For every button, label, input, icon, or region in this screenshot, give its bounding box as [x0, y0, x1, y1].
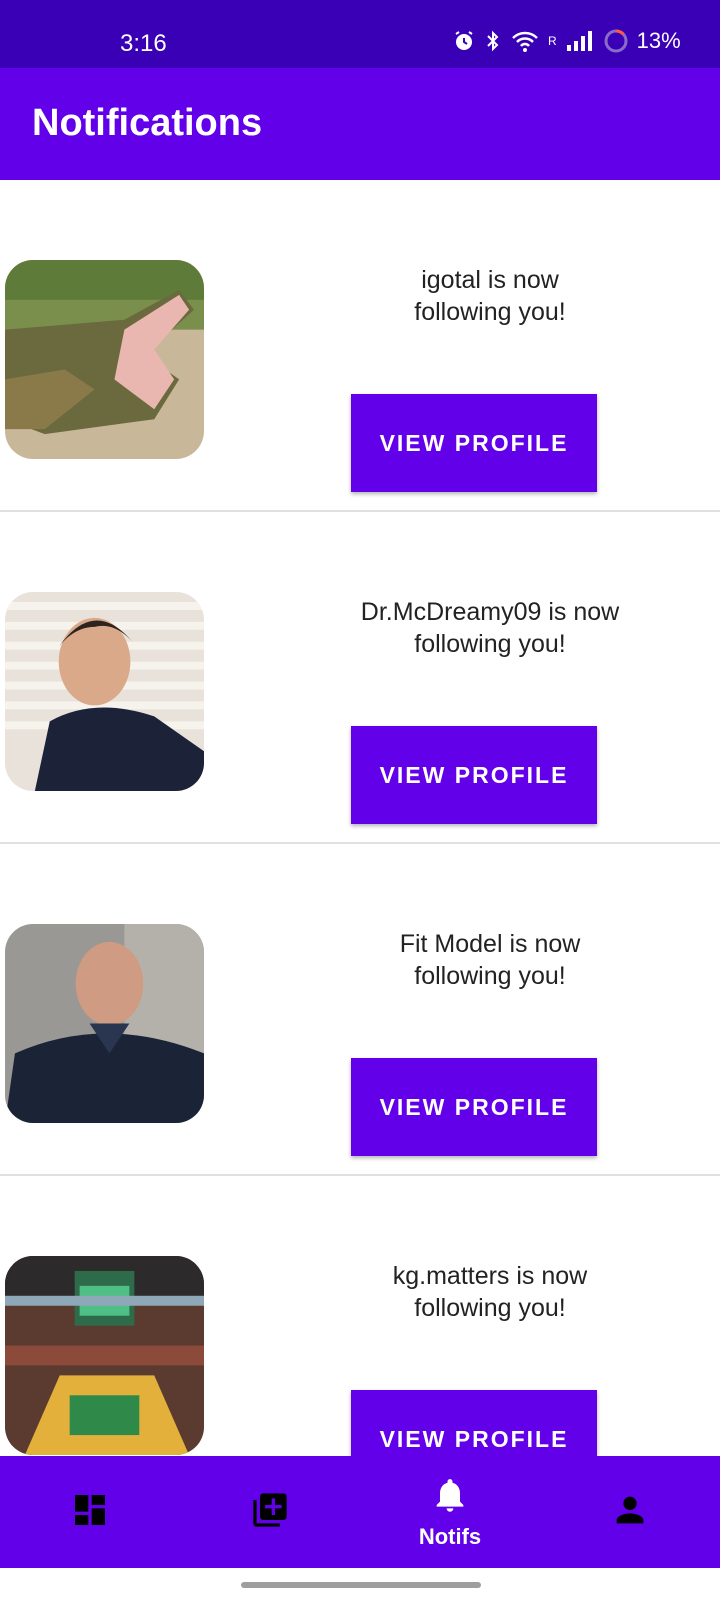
view-profile-button[interactable]: VIEW PROFILE [351, 726, 597, 824]
notification-text: following you! [414, 1294, 566, 1322]
notification-text: Dr.McDreamy09 is now [360, 598, 620, 626]
notification-text: Fit Model is now [399, 930, 581, 958]
notification-card: Dr.McDreamy09 is now following you! VIEW… [0, 512, 720, 844]
dashboard-icon [70, 1490, 110, 1535]
notification-message: kg.matters is now following you! [330, 1260, 650, 1324]
avatar-image[interactable] [5, 1256, 204, 1455]
notification-message: igotal is now following you! [330, 264, 650, 328]
avatar-image[interactable] [5, 592, 204, 791]
notification-list[interactable]: igotal is now following you! VIEW PROFIL… [0, 180, 720, 1456]
status-time: 3:16 [120, 30, 167, 57]
view-profile-button[interactable]: VIEW PROFILE [351, 1390, 597, 1456]
nav-profile[interactable] [540, 1456, 720, 1568]
person-icon [610, 1490, 650, 1535]
notification-card: kg.matters is now following you! VIEW PR… [0, 1176, 720, 1456]
avatar-image[interactable] [5, 924, 204, 1123]
gesture-bar [0, 1568, 720, 1600]
notification-text: following you! [414, 962, 566, 990]
notification-card: igotal is now following you! VIEW PROFIL… [0, 180, 720, 512]
home-indicator[interactable] [241, 1582, 481, 1588]
notification-text: kg.matters is now [392, 1262, 588, 1290]
view-profile-button[interactable]: VIEW PROFILE [351, 1058, 597, 1156]
app-bar: Notifications [0, 68, 720, 180]
alarm-icon [452, 29, 476, 53]
network-label: R [548, 34, 557, 48]
bluetooth-icon [484, 29, 502, 53]
notification-text: following you! [414, 630, 566, 658]
notification-text: following you! [414, 298, 566, 326]
notification-text: igotal is now [421, 266, 559, 294]
view-profile-button[interactable]: VIEW PROFILE [351, 394, 597, 492]
battery-icon [603, 28, 629, 54]
nav-notifications[interactable]: Notifs [360, 1456, 540, 1568]
avatar-image[interactable] [5, 260, 204, 459]
battery-percent: 13% [636, 28, 681, 53]
status-icons: R 13% [452, 28, 681, 54]
page-title: Notifications [32, 102, 263, 144]
notification-message: Dr.McDreamy09 is now following you! [330, 596, 650, 660]
bell-icon [430, 1475, 470, 1520]
bottom-navigation: Notifs [0, 1456, 720, 1568]
nav-dashboard[interactable] [0, 1456, 180, 1568]
status-bar: 3:16 R 13% [0, 0, 720, 68]
notification-message: Fit Model is now following you! [330, 928, 650, 992]
nav-notifications-label: Notifs [418, 1523, 482, 1549]
nav-add-post[interactable] [180, 1456, 360, 1568]
add-post-icon [250, 1490, 290, 1535]
notification-card: Fit Model is now following you! VIEW PRO… [0, 844, 720, 1176]
wifi-icon [510, 29, 540, 53]
signal-icon [565, 30, 595, 52]
